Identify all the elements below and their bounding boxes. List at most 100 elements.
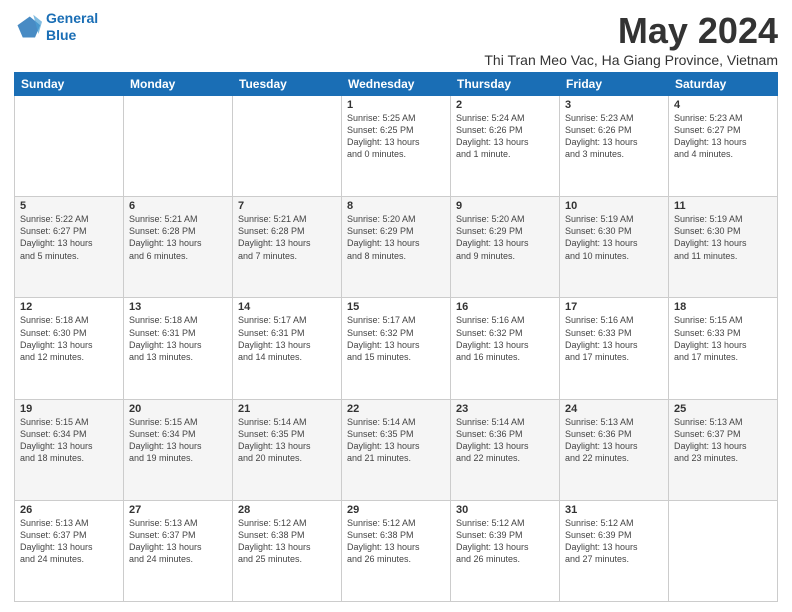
day-number: 9 xyxy=(456,200,554,212)
header: General Blue May 2024 Thi Tran Meo Vac, … xyxy=(14,10,778,68)
month-title: May 2024 xyxy=(484,10,778,52)
header-monday: Monday xyxy=(124,73,233,96)
day-info: Sunrise: 5:19 AM Sunset: 6:30 PM Dayligh… xyxy=(565,213,663,262)
calendar-cell: 21Sunrise: 5:14 AM Sunset: 6:35 PM Dayli… xyxy=(233,399,342,500)
day-number: 27 xyxy=(129,504,227,516)
calendar-table: Sunday Monday Tuesday Wednesday Thursday… xyxy=(14,72,778,602)
logo: General Blue xyxy=(14,10,98,44)
day-number: 13 xyxy=(129,301,227,313)
day-info: Sunrise: 5:14 AM Sunset: 6:35 PM Dayligh… xyxy=(347,416,445,465)
header-thursday: Thursday xyxy=(451,73,560,96)
day-number: 6 xyxy=(129,200,227,212)
calendar-cell: 27Sunrise: 5:13 AM Sunset: 6:37 PM Dayli… xyxy=(124,500,233,601)
day-number: 26 xyxy=(20,504,118,516)
header-wednesday: Wednesday xyxy=(342,73,451,96)
day-number: 12 xyxy=(20,301,118,313)
day-info: Sunrise: 5:14 AM Sunset: 6:36 PM Dayligh… xyxy=(456,416,554,465)
location: Thi Tran Meo Vac, Ha Giang Province, Vie… xyxy=(484,52,778,68)
day-number: 4 xyxy=(674,99,772,111)
day-number: 22 xyxy=(347,403,445,415)
calendar-week-0: 1Sunrise: 5:25 AM Sunset: 6:25 PM Daylig… xyxy=(15,96,778,197)
calendar-cell: 5Sunrise: 5:22 AM Sunset: 6:27 PM Daylig… xyxy=(15,197,124,298)
day-info: Sunrise: 5:18 AM Sunset: 6:31 PM Dayligh… xyxy=(129,314,227,363)
calendar-cell xyxy=(669,500,778,601)
day-number: 14 xyxy=(238,301,336,313)
header-sunday: Sunday xyxy=(15,73,124,96)
day-info: Sunrise: 5:25 AM Sunset: 6:25 PM Dayligh… xyxy=(347,112,445,161)
calendar-cell: 14Sunrise: 5:17 AM Sunset: 6:31 PM Dayli… xyxy=(233,298,342,399)
day-info: Sunrise: 5:19 AM Sunset: 6:30 PM Dayligh… xyxy=(674,213,772,262)
calendar-cell: 2Sunrise: 5:24 AM Sunset: 6:26 PM Daylig… xyxy=(451,96,560,197)
day-number: 25 xyxy=(674,403,772,415)
calendar-week-3: 19 Sunrise: 5:15 AM Sunset: 6:34 PM Dayli… xyxy=(15,399,778,500)
day-info: Sunrise: 5:13 AM Sunset: 6:36 PM Dayligh… xyxy=(565,416,663,465)
day-info: Sunrise: 5:21 AM Sunset: 6:28 PM Dayligh… xyxy=(238,213,336,262)
day-info: Sunrise: 5:18 AM Sunset: 6:30 PM Dayligh… xyxy=(20,314,118,363)
calendar-cell: 13Sunrise: 5:18 AM Sunset: 6:31 PM Dayli… xyxy=(124,298,233,399)
day-info: Sunrise: 5:13 AM Sunset: 6:37 PM Dayligh… xyxy=(129,517,227,566)
day-number: 11 xyxy=(674,200,772,212)
calendar-cell xyxy=(15,96,124,197)
day-number: 5 xyxy=(20,200,118,212)
day-info: Sunrise: 5:14 AM Sunset: 6:35 PM Dayligh… xyxy=(238,416,336,465)
calendar-cell: 28Sunrise: 5:12 AM Sunset: 6:38 PM Dayli… xyxy=(233,500,342,601)
day-number: 18 xyxy=(674,301,772,313)
day-info: Sunrise: 5:16 AM Sunset: 6:32 PM Dayligh… xyxy=(456,314,554,363)
day-number: 29 xyxy=(347,504,445,516)
calendar-week-2: 12Sunrise: 5:18 AM Sunset: 6:30 PM Dayli… xyxy=(15,298,778,399)
day-info: Sunrise: 5:12 AM Sunset: 6:39 PM Dayligh… xyxy=(565,517,663,566)
calendar-cell: 3Sunrise: 5:23 AM Sunset: 6:26 PM Daylig… xyxy=(560,96,669,197)
day-info: Sunrise: 5:12 AM Sunset: 6:38 PM Dayligh… xyxy=(347,517,445,566)
header-friday: Friday xyxy=(560,73,669,96)
day-number: 19 xyxy=(20,403,118,415)
calendar-cell: 1Sunrise: 5:25 AM Sunset: 6:25 PM Daylig… xyxy=(342,96,451,197)
calendar-cell: 7Sunrise: 5:21 AM Sunset: 6:28 PM Daylig… xyxy=(233,197,342,298)
calendar-cell: 26Sunrise: 5:13 AM Sunset: 6:37 PM Dayli… xyxy=(15,500,124,601)
day-number: 21 xyxy=(238,403,336,415)
calendar-cell: 4Sunrise: 5:23 AM Sunset: 6:27 PM Daylig… xyxy=(669,96,778,197)
header-tuesday: Tuesday xyxy=(233,73,342,96)
day-info: Sunrise: 5:12 AM Sunset: 6:39 PM Dayligh… xyxy=(456,517,554,566)
day-number: 23 xyxy=(456,403,554,415)
day-info: Sunrise: 5:23 AM Sunset: 6:26 PM Dayligh… xyxy=(565,112,663,161)
day-info: Sunrise: 5:20 AM Sunset: 6:29 PM Dayligh… xyxy=(347,213,445,262)
day-number: 30 xyxy=(456,504,554,516)
day-number: 7 xyxy=(238,200,336,212)
header-saturday: Saturday xyxy=(669,73,778,96)
day-number: 20 xyxy=(129,403,227,415)
calendar-cell: 19Sunrise: 5:15 AM Sunset: 6:34 PM Dayli… xyxy=(15,399,124,500)
day-number: 15 xyxy=(347,301,445,313)
day-info: Sunrise: 5:21 AM Sunset: 6:28 PM Dayligh… xyxy=(129,213,227,262)
calendar-cell: 6Sunrise: 5:21 AM Sunset: 6:28 PM Daylig… xyxy=(124,197,233,298)
day-number: 17 xyxy=(565,301,663,313)
calendar-header-row: Sunday Monday Tuesday Wednesday Thursday… xyxy=(15,73,778,96)
day-info: Sunrise: 5:20 AM Sunset: 6:29 PM Dayligh… xyxy=(456,213,554,262)
day-number: 10 xyxy=(565,200,663,212)
day-number: 2 xyxy=(456,99,554,111)
day-info: Sunrise: 5:16 AM Sunset: 6:33 PM Dayligh… xyxy=(565,314,663,363)
calendar-cell xyxy=(124,96,233,197)
day-number: 8 xyxy=(347,200,445,212)
calendar-cell: 9Sunrise: 5:20 AM Sunset: 6:29 PM Daylig… xyxy=(451,197,560,298)
day-number: 24 xyxy=(565,403,663,415)
day-info: Sunrise: 5:13 AM Sunset: 6:37 PM Dayligh… xyxy=(20,517,118,566)
day-number: 1 xyxy=(347,99,445,111)
day-info: Sunrise: 5:22 AM Sunset: 6:27 PM Dayligh… xyxy=(20,213,118,262)
day-number: 28 xyxy=(238,504,336,516)
day-info: Sunrise: 5:15 AM Sunset: 6:34 PM Dayligh… xyxy=(129,416,227,465)
calendar-cell: 29Sunrise: 5:12 AM Sunset: 6:38 PM Dayli… xyxy=(342,500,451,601)
calendar-cell: 31Sunrise: 5:12 AM Sunset: 6:39 PM Dayli… xyxy=(560,500,669,601)
calendar-cell: 16Sunrise: 5:16 AM Sunset: 6:32 PM Dayli… xyxy=(451,298,560,399)
calendar-cell: 11Sunrise: 5:19 AM Sunset: 6:30 PM Dayli… xyxy=(669,197,778,298)
day-info: Sunrise: 5:15 AM Sunset: 6:33 PM Dayligh… xyxy=(674,314,772,363)
day-info: Sunrise: 5:24 AM Sunset: 6:26 PM Dayligh… xyxy=(456,112,554,161)
calendar-cell: 15Sunrise: 5:17 AM Sunset: 6:32 PM Dayli… xyxy=(342,298,451,399)
logo-text: General Blue xyxy=(46,10,98,44)
calendar-cell: 18Sunrise: 5:15 AM Sunset: 6:33 PM Dayli… xyxy=(669,298,778,399)
calendar-cell: 25Sunrise: 5:13 AM Sunset: 6:37 PM Dayli… xyxy=(669,399,778,500)
day-info: Sunrise: 5:23 AM Sunset: 6:27 PM Dayligh… xyxy=(674,112,772,161)
calendar-cell: 8Sunrise: 5:20 AM Sunset: 6:29 PM Daylig… xyxy=(342,197,451,298)
day-number: 3 xyxy=(565,99,663,111)
calendar-cell: 24Sunrise: 5:13 AM Sunset: 6:36 PM Dayli… xyxy=(560,399,669,500)
day-info: Sunrise: 5:17 AM Sunset: 6:32 PM Dayligh… xyxy=(347,314,445,363)
